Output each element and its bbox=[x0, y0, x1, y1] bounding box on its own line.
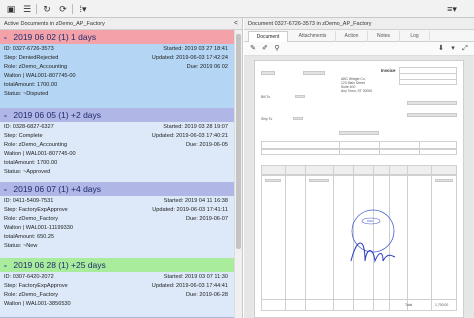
window-icon[interactable]: ▣ bbox=[4, 3, 18, 15]
doc-walton: Walton | WAL001-11199330 bbox=[4, 225, 73, 231]
doc-role-line: Role: zDemo_Factory Due: 2019-06-28 bbox=[4, 291, 230, 300]
doc-id: ID: 0307-6420-2072 bbox=[4, 274, 54, 280]
toolbar-divider bbox=[36, 4, 37, 14]
doc-id-line: ID: 0328-6827-6327 Started: 2019 03 28 1… bbox=[4, 123, 230, 132]
tab-notes[interactable]: Notes bbox=[368, 31, 400, 42]
doc-started: Started: 2019 04 11 16:38 bbox=[163, 198, 228, 204]
group-header-label: 2019 06 05 (1) +2 days bbox=[13, 110, 102, 120]
collapse-group-icon[interactable]: - bbox=[4, 30, 11, 44]
doc-walton: Walton | WAL001-807745-00 bbox=[4, 151, 76, 157]
doc-updated: Updated: 2019-06-03 17:41:11 bbox=[152, 207, 228, 213]
doc-step: Step: FactoryExpApprove bbox=[4, 207, 68, 213]
doc-total: totalAmount: 650.25 bbox=[4, 234, 55, 240]
doc-started: Started: 2019 03 07 11:30 bbox=[163, 274, 228, 280]
document-list-panel: Active Documents in zDemo_AP_Factory < -… bbox=[0, 18, 243, 318]
tab-attachments[interactable]: Attachments bbox=[290, 31, 336, 42]
doc-role-line: Role: zDemo_Accounting Due: 2019-06-05 bbox=[4, 141, 230, 150]
list-panel-title-text: Active Documents in zDemo_AP_Factory bbox=[4, 21, 105, 27]
sync-icon[interactable]: ⟳ bbox=[56, 3, 70, 15]
main-toolbar: ▣ ☰ ↻ ⟳ ⁞▾ ≡▾ bbox=[0, 0, 474, 18]
download-icon[interactable]: ⬇ bbox=[436, 44, 446, 54]
edit-icon[interactable]: ✐ bbox=[260, 44, 270, 54]
doc-status: Status: ~Disputed bbox=[4, 91, 49, 97]
doc-due: Due: 2019-06-05 bbox=[186, 142, 228, 148]
doc-due: Due: 2019-06-28 bbox=[186, 292, 228, 298]
tab-document[interactable]: Document bbox=[248, 31, 288, 42]
doc-started: Started: 2019 03 28 19:07 bbox=[163, 124, 228, 130]
expand-icon[interactable]: ⤢ bbox=[460, 44, 470, 54]
document-card[interactable]: ID: 0307-6420-2072 Started: 2019 03 07 1… bbox=[0, 272, 234, 318]
collapse-group-icon[interactable]: - bbox=[4, 108, 11, 122]
doc-step-line: Step: Complete Updated: 2019-06-03 17:40… bbox=[4, 132, 230, 141]
list-scrollbar[interactable] bbox=[234, 30, 242, 318]
doc-role: Role: zDemo_Factory bbox=[4, 292, 59, 298]
doc-updated: Updated: 2019-06-03 17:42:24 bbox=[151, 55, 228, 61]
tab-action[interactable]: Action bbox=[336, 31, 368, 42]
document-viewer-panel: Document 0327-6726-3573 in zDemo_AP_Fact… bbox=[244, 18, 474, 318]
viewer-toolbar: ✎ ✐ ⚲ ⬇ ▾ ⤢ bbox=[244, 42, 474, 56]
group-header-plus2[interactable]: - 2019 06 05 (1) +2 days bbox=[0, 108, 234, 122]
tab-log[interactable]: Log bbox=[400, 31, 430, 42]
document-tabs: Document Attachments Action Notes Log bbox=[244, 30, 474, 42]
doc-id-line: ID: 0327-6726-3573 Started: 2019 03 27 1… bbox=[4, 45, 230, 54]
doc-id-line: ID: 0307-6420-2072 Started: 2019 03 07 1… bbox=[4, 273, 230, 282]
collapse-panel-button[interactable]: < bbox=[234, 18, 238, 30]
stamp-icon[interactable]: ⚲ bbox=[272, 44, 282, 54]
refresh-icon[interactable]: ↻ bbox=[40, 3, 54, 15]
group-header-plus4[interactable]: - 2019 06 07 (1) +4 days bbox=[0, 182, 234, 196]
group-header-overdue[interactable]: - 2019 06 02 (1) 1 days bbox=[0, 30, 234, 44]
group-header-label: 2019 06 07 (1) +4 days bbox=[13, 184, 102, 194]
doc-status: Status: ~New bbox=[4, 243, 38, 249]
doc-started: Started: 2019 03 27 18:41 bbox=[163, 46, 228, 52]
doc-step-line: Step: FactoryExpApprove Updated: 2019-06… bbox=[4, 282, 230, 291]
doc-role: Role: zDemo_Accounting bbox=[4, 64, 68, 70]
doc-status: Status: ~Approved bbox=[4, 169, 51, 175]
collapse-group-icon[interactable]: - bbox=[4, 258, 11, 272]
doc-role: Role: zDemo_Accounting bbox=[4, 142, 68, 148]
doc-total: totalAmount: 1700.00 bbox=[4, 82, 58, 88]
doc-step: Step: Complete bbox=[4, 133, 43, 139]
doc-step-line: Step: FactoryExpApprove Updated: 2019-06… bbox=[4, 206, 230, 215]
doc-updated: Updated: 2019-06-03 17:44:41 bbox=[151, 283, 228, 289]
doc-id: ID: 0327-6726-3573 bbox=[4, 46, 54, 52]
scrollbar-thumb[interactable] bbox=[236, 34, 241, 249]
doc-role-line: Role: zDemo_Factory Due: 2019-06-07 bbox=[4, 215, 230, 224]
group-header-label: 2019 06 28 (1) +25 days bbox=[13, 260, 106, 270]
toolbar-divider bbox=[72, 4, 73, 14]
invoice-page: Invoice ABC Widget Co. 123 Main Street S… bbox=[254, 60, 464, 318]
stamp-and-signature bbox=[350, 209, 396, 263]
doc-role: Role: zDemo_Factory bbox=[4, 216, 59, 222]
annotate-icon[interactable]: ✎ bbox=[248, 44, 258, 54]
group-header-label: 2019 06 02 (1) 1 days bbox=[13, 32, 97, 42]
doc-updated: Updated: 2019-06-03 17:40:21 bbox=[151, 133, 228, 139]
document-title: Document 0327-6726-3573 in zDemo_AP_Fact… bbox=[244, 18, 474, 30]
list-panel-title: Active Documents in zDemo_AP_Factory < bbox=[0, 18, 242, 30]
doc-total: totalAmount: 1700.00 bbox=[4, 160, 58, 166]
doc-role-line: Role: zDemo_Accounting Due: 2019 06 02 bbox=[4, 63, 230, 72]
doc-due: Due: 2019 06 02 bbox=[186, 64, 228, 70]
filter-dropdown-icon[interactable]: ⁞▾ bbox=[75, 3, 91, 15]
menu-icon[interactable]: ≡▾ bbox=[442, 3, 462, 15]
doc-step: Step: FactoryExpApprove bbox=[4, 283, 68, 289]
document-preview-area: Invoice ABC Widget Co. 123 Main Street S… bbox=[244, 56, 474, 318]
doc-walton: Walton | WAL001-3856530 bbox=[4, 301, 71, 307]
doc-id-line: ID: 0411-5409-7531 Started: 2019 04 11 1… bbox=[4, 197, 230, 206]
group-header-plus25[interactable]: - 2019 06 28 (1) +25 days bbox=[0, 258, 234, 272]
doc-id: ID: 0328-6827-6327 bbox=[4, 124, 54, 130]
doc-walton: Walton | WAL001-807745-00 bbox=[4, 73, 76, 79]
doc-step-line: Step: DeniedRejected Updated: 2019-06-03… bbox=[4, 54, 230, 63]
stamp-text: PAID bbox=[367, 219, 374, 223]
doc-step: Step: DeniedRejected bbox=[4, 55, 59, 61]
list-icon[interactable]: ☰ bbox=[20, 3, 34, 15]
doc-id: ID: 0411-5409-7531 bbox=[4, 198, 54, 204]
doc-due: Due: 2019-06-07 bbox=[186, 216, 228, 222]
document-card[interactable]: ID: 0328-6827-6327 Started: 2019 03 28 1… bbox=[0, 122, 234, 186]
approval-stamp bbox=[351, 209, 395, 253]
more-options-icon[interactable]: ▾ bbox=[448, 44, 458, 54]
collapse-group-icon[interactable]: - bbox=[4, 182, 11, 196]
